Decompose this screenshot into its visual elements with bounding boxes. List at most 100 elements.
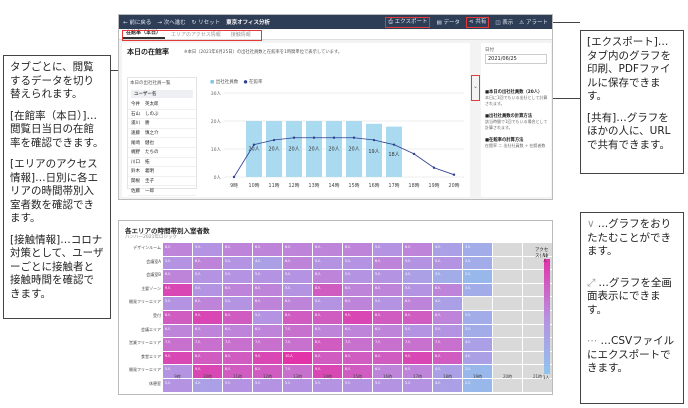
heatmap-cell[interactable]: 8人: [403, 310, 432, 324]
heatmap-cell[interactable]: 6人: [403, 243, 432, 256]
heatmap-cell[interactable]: 9人: [163, 283, 192, 297]
heatmap-cell[interactable]: 5人: [343, 256, 372, 270]
heatmap-cell[interactable]: 5人: [223, 297, 252, 310]
heatmap-cell[interactable]: 4人: [433, 378, 462, 392]
heatmap-cell[interactable]: 5人: [163, 378, 192, 392]
heatmap-cell[interactable]: 7人: [193, 338, 222, 351]
heatmap-cell[interactable]: 9人: [403, 351, 432, 365]
user-row[interactable]: 今井 英太郎: [128, 100, 196, 110]
heatmap-cell[interactable]: [493, 270, 522, 283]
heatmap-cell[interactable]: 6人: [253, 243, 282, 256]
heatmap-cell[interactable]: 5人: [253, 310, 282, 324]
heatmap-cell[interactable]: 6人: [343, 243, 372, 256]
heatmap-cell[interactable]: 5人: [313, 378, 342, 392]
heatmap-cell[interactable]: 9人: [343, 310, 372, 324]
user-row[interactable]: 尾崎 健也: [128, 138, 196, 148]
rate-point[interactable]: [252, 143, 256, 146]
heatmap-cell[interactable]: 6人: [283, 297, 312, 310]
user-row[interactable]: 関根 圭子: [128, 177, 196, 187]
rate-point[interactable]: [372, 138, 376, 142]
rate-point[interactable]: [312, 136, 316, 139]
heatmap-cell[interactable]: 8人: [163, 310, 192, 324]
heatmap-cell[interactable]: 3人: [433, 270, 462, 283]
heatmap-cell[interactable]: 3人: [463, 256, 492, 270]
heatmap-cell[interactable]: 8人: [283, 310, 312, 324]
heatmap-cell[interactable]: 5人: [253, 270, 282, 283]
rate-point[interactable]: [332, 136, 336, 139]
heatmap-cell[interactable]: 6人: [223, 243, 252, 256]
heatmap-cell[interactable]: 6人: [163, 324, 192, 338]
date-field[interactable]: 2021/06/25: [485, 54, 547, 64]
heatmap-cell[interactable]: 3人: [463, 324, 492, 338]
heatmap-cell[interactable]: 5人: [433, 324, 462, 338]
heatmap-cell[interactable]: 5人: [193, 243, 222, 256]
heatmap-cell[interactable]: 5人: [313, 297, 342, 310]
heatmap-cell[interactable]: 5人: [283, 270, 312, 283]
heatmap-cell[interactable]: [493, 297, 522, 310]
heatmap-cell[interactable]: 7人: [283, 338, 312, 351]
heatmap-cell[interactable]: 8人: [373, 310, 402, 324]
heatmap-cell[interactable]: [493, 338, 522, 351]
heatmap-cell[interactable]: 6人: [373, 324, 402, 338]
heatmap-cell[interactable]: 5人: [373, 270, 402, 283]
reset-button[interactable]: ↻ リセット: [192, 18, 220, 26]
heatmap-cell[interactable]: 6人: [313, 243, 342, 256]
forward-button[interactable]: → 次へ進む: [157, 18, 185, 26]
heatmap-cell[interactable]: 8人: [433, 351, 462, 365]
rate-point[interactable]: [292, 136, 296, 139]
heatmap-cell[interactable]: 5人: [193, 270, 222, 283]
heatmap-cell[interactable]: 5人: [223, 378, 252, 392]
heatmap-cell[interactable]: [493, 243, 522, 256]
heatmap-cell[interactable]: 5人: [223, 256, 252, 270]
heatmap-cell[interactable]: [493, 283, 522, 297]
heatmap-cell[interactable]: 3人: [463, 283, 492, 297]
heatmap-cell[interactable]: 5人: [403, 378, 432, 392]
heatmap-cell[interactable]: 6人: [223, 324, 252, 338]
heatmap-cell[interactable]: 6人: [433, 310, 462, 324]
heatmap-cell[interactable]: 5人: [193, 283, 222, 297]
heatmap-cell[interactable]: 7人: [373, 338, 402, 351]
heatmap-cell[interactable]: 6人: [313, 270, 342, 283]
heatmap-cell[interactable]: 6人: [163, 243, 192, 256]
user-row[interactable]: 浦川勝: [128, 119, 196, 129]
heatmap-cell[interactable]: 6人: [283, 256, 312, 270]
heatmap-cell[interactable]: 6人: [163, 270, 192, 283]
heatmap-cell[interactable]: 6人: [253, 283, 282, 297]
back-button[interactable]: ← 前に戻る: [123, 18, 151, 26]
user-row[interactable]: 石山 しのぶ: [128, 110, 196, 120]
heatmap-cell[interactable]: 6人: [193, 297, 222, 310]
heatmap-cell[interactable]: 6人: [343, 297, 372, 310]
heatmap-cell[interactable]: 6人: [433, 283, 462, 297]
heatmap-cell[interactable]: 4人: [433, 297, 462, 310]
heatmap-cell[interactable]: 3人: [463, 243, 492, 256]
heatmap-cell[interactable]: 6人: [373, 283, 402, 297]
heatmap-cell[interactable]: 6人: [343, 283, 372, 297]
heatmap-cell[interactable]: 7人: [343, 338, 372, 351]
export-button[interactable]: ⎙ エクスポート: [385, 16, 431, 28]
rate-point[interactable]: [232, 175, 236, 179]
heatmap-cell[interactable]: 7人: [433, 338, 462, 351]
user-row[interactable]: 佐藤 一郎: [128, 186, 196, 196]
heatmap-cell[interactable]: [493, 378, 522, 392]
heatmap-cell[interactable]: 5人: [283, 378, 312, 392]
heatmap-cell[interactable]: 5人: [343, 378, 372, 392]
heatmap-cell[interactable]: 8人: [223, 351, 252, 365]
heatmap-cell[interactable]: 9人: [253, 351, 282, 365]
heatmap-cell[interactable]: 7人: [223, 338, 252, 351]
rate-point[interactable]: [432, 166, 436, 169]
heatmap-cell[interactable]: 6人: [283, 243, 312, 256]
view-button[interactable]: ◫ 表示: [495, 18, 513, 26]
user-row[interactable]: 遠藤 慎之介: [128, 129, 196, 139]
heatmap-cell[interactable]: 7人: [163, 338, 192, 351]
heatmap-cell[interactable]: 8人: [223, 310, 252, 324]
rate-point[interactable]: [352, 136, 356, 139]
heatmap-cell[interactable]: 5人: [313, 256, 342, 270]
heatmap-cell[interactable]: [493, 351, 522, 365]
heatmap-cell[interactable]: 5人: [253, 378, 282, 392]
heatmap-cell[interactable]: 5人: [433, 256, 462, 270]
heatmap-cell[interactable]: 8人: [313, 351, 342, 365]
heatmap-cell[interactable]: 6人: [193, 256, 222, 270]
share-button[interactable]: ⋖ 共有: [465, 16, 490, 28]
heatmap-cell[interactable]: 8人: [193, 351, 222, 365]
heatmap-cell[interactable]: 7人: [283, 324, 312, 338]
